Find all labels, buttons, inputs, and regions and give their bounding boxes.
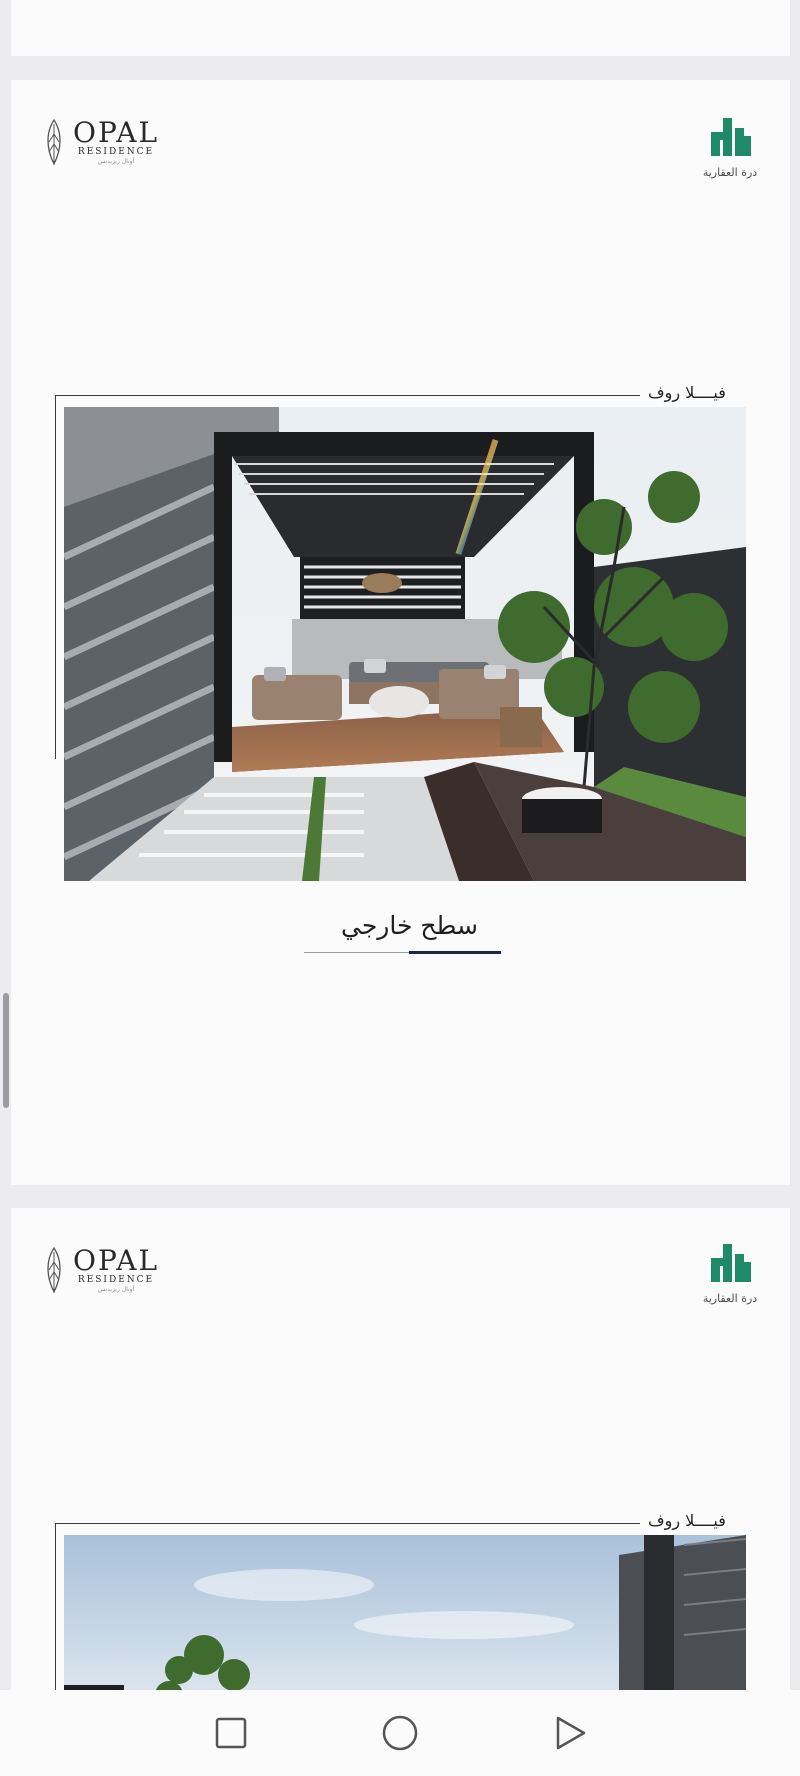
dorra-logo-icon bbox=[711, 118, 751, 156]
dorra-logo-icon bbox=[711, 1244, 751, 1282]
developer-logo: درة العقارية bbox=[694, 1238, 766, 1305]
villa-type-label: فيــــلا روف bbox=[648, 383, 726, 402]
triangle-icon bbox=[556, 1716, 586, 1750]
scrollbar-thumb[interactable] bbox=[3, 993, 9, 1108]
opal-wordmark: OPAL bbox=[73, 1243, 160, 1277]
villa-type-label: فيــــلا روف bbox=[648, 1511, 726, 1530]
opal-subtitle: RESIDENCE bbox=[77, 1274, 155, 1285]
frame-line-top bbox=[55, 395, 640, 396]
home-button[interactable] bbox=[375, 1708, 425, 1758]
rooftop-render-photo bbox=[64, 407, 746, 881]
frame-line-top bbox=[55, 1523, 640, 1524]
caption-underline-accent bbox=[409, 951, 501, 954]
villa-render-photo bbox=[64, 1535, 746, 1698]
feather-icon bbox=[47, 1246, 61, 1294]
brochure-page-1: OPAL RESIDENCE أوبال ريزيدنس درة العقاري… bbox=[11, 80, 790, 1185]
opal-logo: OPAL RESIDENCE أوبال ريزيدنس bbox=[41, 118, 159, 166]
developer-name: درة العقارية bbox=[702, 166, 758, 179]
developer-name: درة العقارية bbox=[702, 1292, 758, 1305]
previous-page-card bbox=[11, 0, 790, 56]
opal-logo: OPAL RESIDENCE أوبال ريزيدنس bbox=[41, 1246, 159, 1294]
opal-tagline: أوبال ريزيدنس bbox=[97, 157, 135, 165]
feather-icon bbox=[47, 118, 61, 166]
opal-wordmark: OPAL bbox=[73, 115, 160, 149]
system-navigation-bar bbox=[0, 1690, 800, 1776]
opal-subtitle: RESIDENCE bbox=[77, 146, 155, 157]
page-caption: سطح خارجي bbox=[341, 911, 478, 940]
circle-icon bbox=[382, 1715, 418, 1751]
frame-line-left bbox=[55, 395, 56, 759]
back-button[interactable] bbox=[545, 1708, 595, 1758]
square-icon bbox=[215, 1717, 247, 1749]
developer-logo: درة العقارية bbox=[694, 112, 766, 179]
opal-tagline: أوبال ريزيدنس bbox=[97, 1285, 135, 1293]
recent-apps-button[interactable] bbox=[206, 1708, 256, 1758]
brochure-page-2: OPAL RESIDENCE أوبال ريزيدنس درة العقاري… bbox=[11, 1208, 790, 1698]
frame-line-left bbox=[55, 1523, 56, 1698]
